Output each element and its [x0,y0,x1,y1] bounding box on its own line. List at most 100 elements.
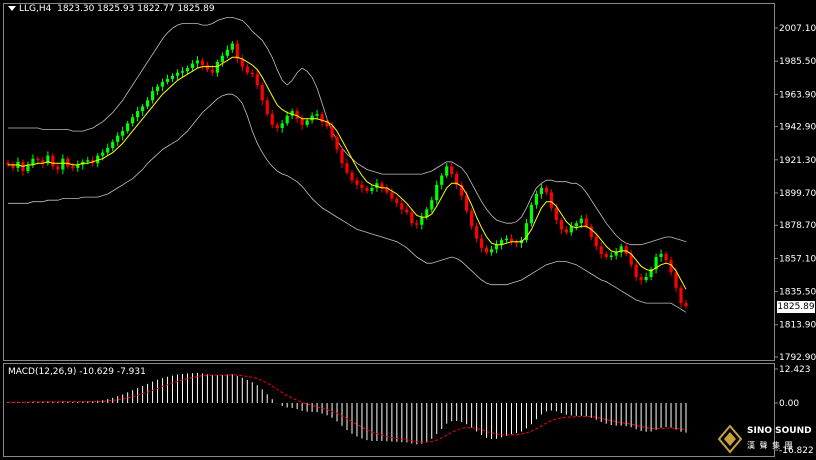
candle-body [684,303,688,307]
price-chart-canvas: 2007.10 1985.50 1963.90 1942.90 1921.30 1899.… [3,3,816,457]
candle-body [574,223,578,227]
candle-body [504,238,509,241]
candle-body [400,203,404,210]
price-tick-label: 1899.70 [779,189,816,199]
candle-body [594,237,598,247]
macd-values: -10.629 -7.931 [79,367,146,377]
candle-body [300,118,304,125]
candle-body [549,192,553,208]
candle-body [529,204,534,224]
candle-body [71,166,75,168]
candle-body [509,238,514,242]
candle-body [126,123,130,132]
symbol-label: LLG,H4 [19,4,52,14]
price-tick-label: 1835.50 [779,288,816,298]
macd-header: MACD(12,26,9) -10.629 -7.931 [8,367,146,377]
price-tick-label: 1921.30 [779,156,816,166]
candle-body [235,43,239,59]
candle-body [195,60,200,64]
candle-body [225,49,229,56]
price-tick-label: 1857.10 [779,254,816,264]
candle-body [624,246,628,254]
candle-body [255,74,259,85]
candle-body [644,276,648,281]
candle-body [370,187,374,191]
candle-body [200,60,205,66]
candle-body [36,158,40,161]
candle-body [210,69,214,73]
current-price-tag: 1825.89 [777,301,815,313]
candle-body [634,264,638,277]
candle-body [220,55,224,62]
candle-body [61,158,65,170]
candle-body [280,123,284,128]
candle-body [335,137,339,150]
candle-body [245,66,249,73]
macd-tick-label: 0.00 [779,399,799,409]
candle-body [136,111,140,118]
candle-body [185,68,190,72]
candle-body [664,253,668,261]
candle-body [315,114,319,116]
candle-body [285,115,289,124]
macd-label: MACD(12,26,9) [8,367,77,377]
candle-body [589,226,593,238]
candle-body [534,194,539,205]
candle-body [584,218,588,227]
price-tick-label: 2007.10 [779,24,816,34]
candle-body [450,166,454,175]
candle-body [350,172,354,181]
candle-body [141,106,145,112]
main-plot-frame [3,3,775,361]
candle-body [205,65,210,70]
macd-tick-label: 12.423 [779,365,811,375]
candle-body [330,126,334,138]
candle-body [494,244,499,250]
candle-body [415,223,419,225]
sino-sound-logo: SINO SOUND 漢 聲 集 團 [717,424,813,458]
candle-body [564,229,568,233]
chart-header: LLG,H4 1823.30 1825.93 1822.77 1825.89 [8,4,215,14]
candle-body [131,117,135,124]
candle-body [679,287,683,304]
candle-body [420,217,424,225]
candle-body [310,115,314,121]
price-tick-label: 1985.50 [779,57,816,67]
candle-body [674,272,678,288]
candle-body [305,120,309,125]
macd-histogram [7,372,687,445]
candle-body [480,238,484,248]
candle-body [390,192,394,199]
candle-body [405,209,409,213]
candle-body [215,61,219,73]
candle-body [250,72,254,75]
price-tick-label: 1963.90 [779,90,816,100]
candle-body [145,100,150,107]
price-tick-label: 1878.70 [779,221,816,231]
candle-body [554,207,558,221]
ohlc-values: 1823.30 1825.93 1822.77 1825.89 [57,4,215,14]
candle-body [599,246,603,254]
candle-body [470,210,474,227]
candle-body [345,163,349,173]
candle-body [340,149,344,164]
candle-body [51,155,55,167]
candle-body [440,175,444,185]
candle-body [111,141,115,148]
candle-body [395,198,399,204]
candle-body [484,247,489,253]
candle-body [66,158,70,167]
price-tick-label: 1813.90 [779,321,816,331]
candle-body [165,78,170,82]
candle-body [604,253,608,258]
candle-body [275,124,279,128]
price-tick-label: 1942.90 [779,123,816,133]
candle-body [435,184,439,201]
logo-name: SINO SOUND [747,426,812,436]
dropdown-arrow-icon[interactable] [8,6,16,11]
candle-body [430,200,434,210]
lower-band-line [8,93,687,313]
candle-body [365,187,369,191]
candle-body [360,184,364,188]
candle-body [230,43,234,50]
